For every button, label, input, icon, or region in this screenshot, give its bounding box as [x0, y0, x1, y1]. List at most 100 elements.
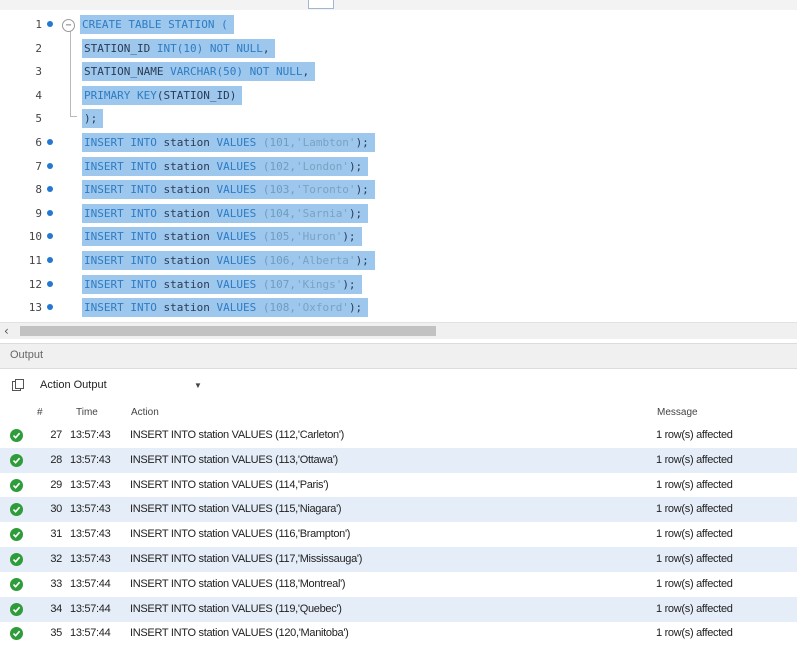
code-text[interactable]: INSERT INTO station VALUES (105,'Huron')… [82, 227, 362, 247]
code-text[interactable]: INSERT INTO station VALUES (104,'Sarnia'… [82, 203, 369, 223]
table-row[interactable]: 32 13:57:43 INSERT INTO station VALUES (11… [0, 547, 797, 572]
output-toolbar: Action Output ▼ [0, 369, 797, 403]
statement-marker-icon[interactable] [47, 186, 53, 193]
row-message: 1 row(s) affected [656, 553, 733, 565]
code-line[interactable]: 11 INSERT INTO station VALUES (106,'Alber… [0, 249, 797, 272]
code-line[interactable]: 3 STATION_NAME VARCHAR(50) NOT NULL, [0, 60, 797, 83]
success-check-icon [10, 553, 23, 566]
code-line[interactable]: 1 CREATE TABLE STATION ( [0, 13, 797, 36]
code-token: INSERT INTO [84, 277, 164, 291]
horizontal-scrollbar[interactable]: ‹ [0, 322, 797, 339]
code-text[interactable]: INSERT INTO station VALUES (102,'London'… [82, 156, 369, 176]
code-text[interactable]: STATION_ID INT(10) NOT NULL, [82, 38, 276, 58]
statement-marker-icon[interactable] [47, 257, 53, 263]
code-token: , [302, 65, 310, 79]
code-text[interactable]: ); [82, 109, 104, 129]
table-row[interactable]: 31 13:57:43 INSERT INTO station VALUES (11… [0, 522, 797, 547]
code-text[interactable]: STATION_NAME VARCHAR(50) NOT NULL, [82, 62, 316, 82]
row-action: INSERT INTO station VALUES (118,'Montrea… [130, 577, 346, 590]
code-token: 'Lambton' [295, 136, 356, 149]
code-token: INSERT INTO [84, 159, 164, 173]
col-header-message[interactable]: Message [657, 407, 698, 418]
success-check-icon [10, 453, 23, 467]
code-line[interactable]: 5); [0, 107, 797, 130]
code-token: ); [348, 159, 363, 173]
copy-icon[interactable] [12, 379, 24, 391]
code-token: ); [84, 112, 98, 126]
line-number: 12 [28, 277, 42, 291]
statement-marker-icon[interactable] [47, 139, 53, 145]
code-text[interactable]: INSERT INTO station VALUES (107,'Kings')… [82, 274, 362, 294]
code-token: (STATION_ID) [156, 88, 237, 102]
row-action: INSERT INTO station VALUES (115,'Niagara… [130, 503, 342, 516]
success-check-icon [10, 429, 23, 442]
code-token: (103, [262, 183, 296, 197]
code-token: (102, [262, 159, 296, 173]
code-token: VALUES [216, 136, 263, 149]
statement-marker-icon[interactable] [47, 162, 53, 169]
code-token: INSERT INTO [84, 136, 164, 149]
row-action: INSERT INTO station VALUES (114,'Paris') [130, 478, 329, 491]
success-check-icon [10, 577, 23, 591]
code-text[interactable]: PRIMARY KEY(STATION_ID) [82, 85, 243, 105]
editor-top-bar [0, 0, 797, 10]
row-number: 31 [50, 528, 62, 541]
code-line[interactable]: 12 INSERT INTO station VALUES (107,'Kings… [0, 273, 797, 296]
scrollbar-thumb[interactable] [20, 326, 436, 336]
chevron-down-icon[interactable]: ▼ [194, 381, 202, 390]
statement-marker-icon[interactable] [47, 280, 53, 287]
col-header-action[interactable]: Action [131, 407, 159, 418]
table-row[interactable]: 29 13:57:43 INSERT INTO station VALUES (11… [0, 473, 797, 498]
code-line[interactable]: 9 INSERT INTO station VALUES (104,'Sarnia… [0, 202, 797, 225]
table-row[interactable]: 34 13:57:44 INSERT INTO station VALUES (11… [0, 596, 797, 622]
code-token: VALUES [216, 230, 263, 244]
code-token: , [262, 41, 270, 55]
success-check-icon [10, 503, 23, 517]
code-line[interactable]: 4 PRIMARY KEY(STATION_ID) [0, 84, 797, 107]
sql-editor[interactable]: − 1 CREATE TABLE STATION (2 STATION_ID INT… [0, 0, 797, 340]
line-number: 11 [28, 254, 42, 267]
success-check-icon [10, 602, 23, 616]
table-row[interactable]: 33 13:57:44 INSERT INTO station VALUES (11… [0, 572, 797, 597]
code-line[interactable]: 8 INSERT INTO station VALUES (103,'Toront… [0, 178, 797, 201]
code-text[interactable]: INSERT INTO station VALUES (103,'Toronto… [82, 180, 375, 200]
code-token: station [163, 254, 217, 267]
table-row[interactable]: 27 13:57:43 INSERT INTO station VALUES (11… [0, 423, 797, 448]
statement-marker-icon[interactable] [47, 233, 53, 240]
code-line[interactable]: 7 INSERT INTO station VALUES (102,'London… [0, 155, 797, 178]
code-text[interactable]: INSERT INTO station VALUES (101,'Lambton… [82, 133, 375, 152]
statement-marker-icon[interactable] [47, 304, 53, 311]
table-row[interactable]: 35 13:57:44 INSERT INTO station VALUES (12… [0, 621, 797, 646]
statement-marker-icon[interactable] [47, 209, 53, 216]
code-token: station [163, 183, 217, 197]
code-line[interactable]: 2 STATION_ID INT(10) NOT NULL, [0, 37, 797, 60]
row-number: 34 [50, 602, 62, 615]
line-number: 13 [28, 301, 42, 315]
output-type-dropdown[interactable]: Action Output ▼ [34, 375, 210, 397]
col-header-num[interactable]: # [37, 407, 43, 418]
row-number: 33 [50, 577, 62, 590]
editor-tab-marker [308, 0, 334, 9]
code-line[interactable]: 13 INSERT INTO station VALUES (108,'Oxfor… [0, 296, 797, 319]
row-time: 13:57:44 [70, 577, 111, 590]
code-text[interactable]: INSERT INTO station VALUES (106,'Alberta… [82, 251, 375, 270]
code-token: INSERT INTO [84, 301, 164, 315]
table-row[interactable]: 30 13:57:43 INSERT INTO station VALUES (11… [0, 497, 797, 523]
success-check-icon [10, 627, 23, 641]
col-header-time[interactable]: Time [76, 407, 98, 418]
code-token: STATION_NAME [84, 65, 171, 79]
code-token: VALUES [216, 254, 263, 267]
code-text[interactable]: INSERT INTO station VALUES (108,'Oxford'… [82, 298, 369, 318]
code-text[interactable]: CREATE TABLE STATION ( [80, 15, 234, 34]
statement-marker-icon[interactable] [47, 21, 53, 27]
code-token: VALUES [216, 301, 263, 315]
row-action: INSERT INTO station VALUES (117,'Mississ… [130, 553, 363, 565]
table-row[interactable]: 28 13:57:43 INSERT INTO station VALUES (11… [0, 447, 797, 473]
code-token: (105, [262, 230, 296, 244]
code-line[interactable]: 6 INSERT INTO station VALUES (101,'Lambto… [0, 131, 797, 154]
code-token: 'Toronto' [295, 183, 356, 197]
row-time: 13:57:43 [70, 429, 111, 441]
scroll-left-icon[interactable]: ‹ [4, 324, 9, 338]
row-time: 13:57:43 [70, 503, 111, 516]
code-line[interactable]: 10 INSERT INTO station VALUES (105,'Huron… [0, 225, 797, 248]
